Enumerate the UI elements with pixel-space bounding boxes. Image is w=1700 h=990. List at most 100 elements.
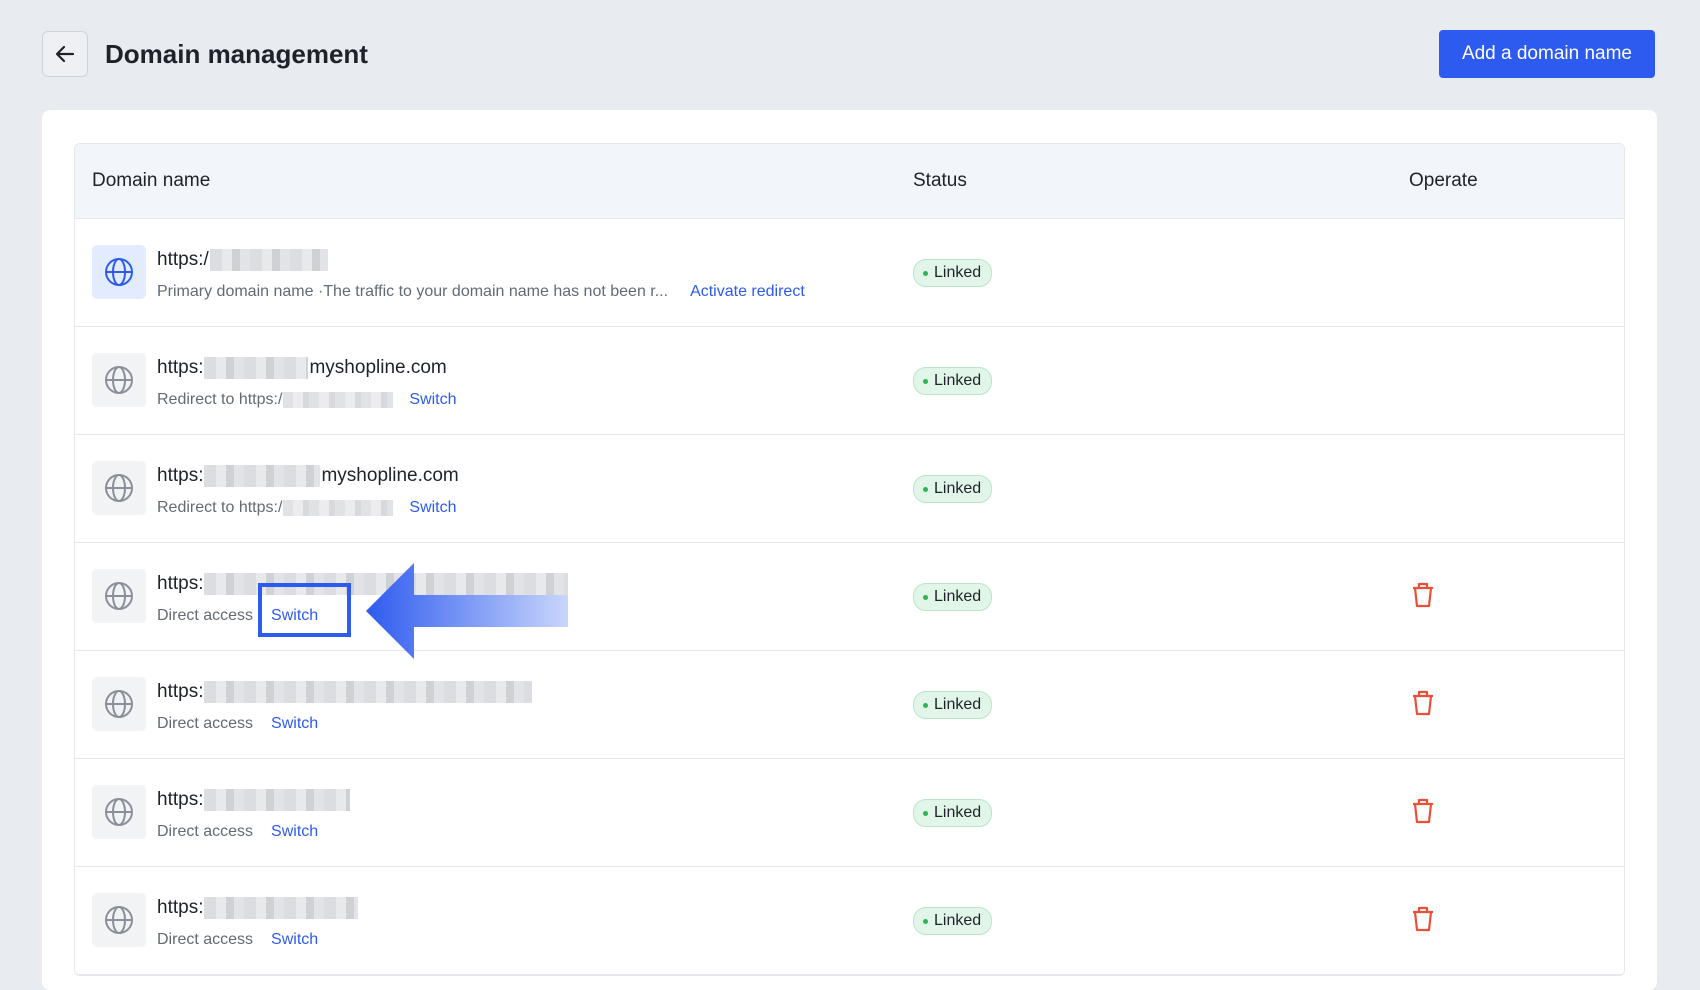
access-text: Direct access	[157, 607, 254, 624]
column-header-status: Status	[913, 170, 967, 191]
delete-button[interactable]	[1410, 905, 1436, 938]
globe-icon	[92, 461, 146, 515]
table-row: https: Direct access Switch Linked	[75, 867, 1624, 975]
arrow-left-icon	[55, 45, 75, 63]
globe-icon	[92, 785, 146, 839]
access-text: Direct access	[157, 931, 254, 948]
table-row: https: Direct access Switch Linked	[75, 651, 1624, 759]
status-badge: Linked	[913, 367, 993, 395]
trash-icon	[1413, 798, 1433, 824]
add-domain-button[interactable]: Add a domain name	[1438, 30, 1655, 78]
switch-link[interactable]: Switch	[271, 823, 318, 841]
column-header-domain: Domain name	[92, 170, 211, 191]
status-dot	[923, 594, 928, 600]
status-label: Linked	[934, 372, 982, 389]
domain-suffix: myshopline.com	[309, 357, 447, 378]
domain-subtext: Primary domain name ·The traffic to your…	[157, 283, 805, 301]
status-dot	[923, 702, 928, 708]
column-header-operate: Operate	[1409, 170, 1478, 191]
domain-prefix: https:	[157, 897, 204, 918]
domain-subtext: Direct access Switch	[157, 931, 318, 949]
switch-link[interactable]: Switch	[271, 607, 318, 625]
redacted-redirect	[283, 500, 394, 516]
delete-button[interactable]	[1410, 581, 1436, 614]
status-label: Linked	[934, 480, 982, 497]
redacted-redirect	[283, 392, 394, 408]
table-row: https: myshopline.com Redirect to https:/…	[75, 435, 1624, 543]
redirect-text: Redirect to https:/	[157, 499, 283, 516]
table-header: Domain name Status Operate	[75, 144, 1624, 219]
domain-url: https:	[157, 789, 351, 811]
redacted-domain	[204, 573, 569, 595]
table-row: https:/ Primary domain name ·The traffic…	[75, 219, 1624, 327]
switch-link[interactable]: Switch	[271, 931, 318, 949]
domain-description: Primary domain name ·The traffic to your…	[157, 283, 669, 300]
status-badge: Linked	[913, 583, 993, 611]
globe-icon	[92, 893, 146, 947]
domain-suffix: myshopline.com	[321, 465, 459, 486]
trash-icon	[1413, 906, 1433, 932]
domain-url: https:	[157, 681, 533, 703]
domain-url: https:/	[157, 249, 329, 271]
switch-link[interactable]: Switch	[409, 499, 456, 517]
status-label: Linked	[934, 804, 982, 821]
globe-icon	[92, 569, 146, 623]
redacted-domain	[204, 897, 359, 919]
domain-url: https: myshopline.com	[157, 357, 447, 379]
domain-subtext: Direct access Switch	[157, 715, 318, 733]
status-badge: Linked	[913, 259, 993, 287]
globe-icon	[92, 245, 146, 299]
status-label: Linked	[934, 588, 982, 605]
activate-redirect-link[interactable]: Activate redirect	[690, 283, 805, 301]
back-button[interactable]	[42, 31, 88, 77]
domain-prefix: https:	[157, 357, 204, 378]
domain-prefix: https:	[157, 681, 204, 702]
domain-subtext: Direct access Switch	[157, 607, 318, 625]
status-badge: Linked	[913, 475, 993, 503]
table-row: https: Direct access Switch Linked	[75, 543, 1624, 651]
status-dot	[923, 270, 928, 276]
domain-url: https:	[157, 897, 359, 919]
status-badge: Linked	[913, 799, 993, 827]
domain-table: Domain name Status Operate https:/ Prima…	[74, 143, 1625, 976]
domain-card: Domain name Status Operate https:/ Prima…	[42, 110, 1657, 990]
status-label: Linked	[934, 696, 982, 713]
domain-subtext: Direct access Switch	[157, 823, 318, 841]
status-dot	[923, 486, 928, 492]
globe-icon	[92, 677, 146, 731]
status-label: Linked	[934, 264, 982, 281]
status-label: Linked	[934, 912, 982, 929]
domain-prefix: https:	[157, 573, 204, 594]
status-dot	[923, 378, 928, 384]
trash-icon	[1413, 690, 1433, 716]
access-text: Direct access	[157, 823, 254, 840]
status-dot	[923, 918, 928, 924]
page-header: Domain management Add a domain name	[42, 29, 1655, 79]
delete-button[interactable]	[1410, 797, 1436, 830]
page-title: Domain management	[105, 38, 368, 69]
status-badge: Linked	[913, 907, 993, 935]
switch-link[interactable]: Switch	[271, 715, 318, 733]
redacted-domain	[204, 357, 309, 379]
access-text: Direct access	[157, 715, 254, 732]
switch-link[interactable]: Switch	[409, 391, 456, 409]
domain-subtext: Redirect to https:/ Switch	[157, 499, 457, 517]
status-badge: Linked	[913, 691, 993, 719]
redacted-domain	[204, 789, 351, 811]
domain-prefix: https:	[157, 465, 204, 486]
globe-icon	[92, 353, 146, 407]
domain-subtext: Redirect to https:/ Switch	[157, 391, 457, 409]
trash-icon	[1413, 582, 1433, 608]
domain-url: https:	[157, 573, 569, 595]
redacted-domain	[204, 465, 321, 487]
domain-url: https: myshopline.com	[157, 465, 459, 487]
domain-prefix: https:	[157, 789, 204, 810]
status-dot	[923, 810, 928, 816]
domain-prefix: https:/	[157, 249, 209, 270]
redirect-text: Redirect to https:/	[157, 391, 283, 408]
redacted-domain	[209, 249, 328, 271]
table-row: https: myshopline.com Redirect to https:/…	[75, 327, 1624, 435]
delete-button[interactable]	[1410, 689, 1436, 722]
redacted-domain	[204, 681, 533, 703]
table-row: https: Direct access Switch Linked	[75, 759, 1624, 867]
